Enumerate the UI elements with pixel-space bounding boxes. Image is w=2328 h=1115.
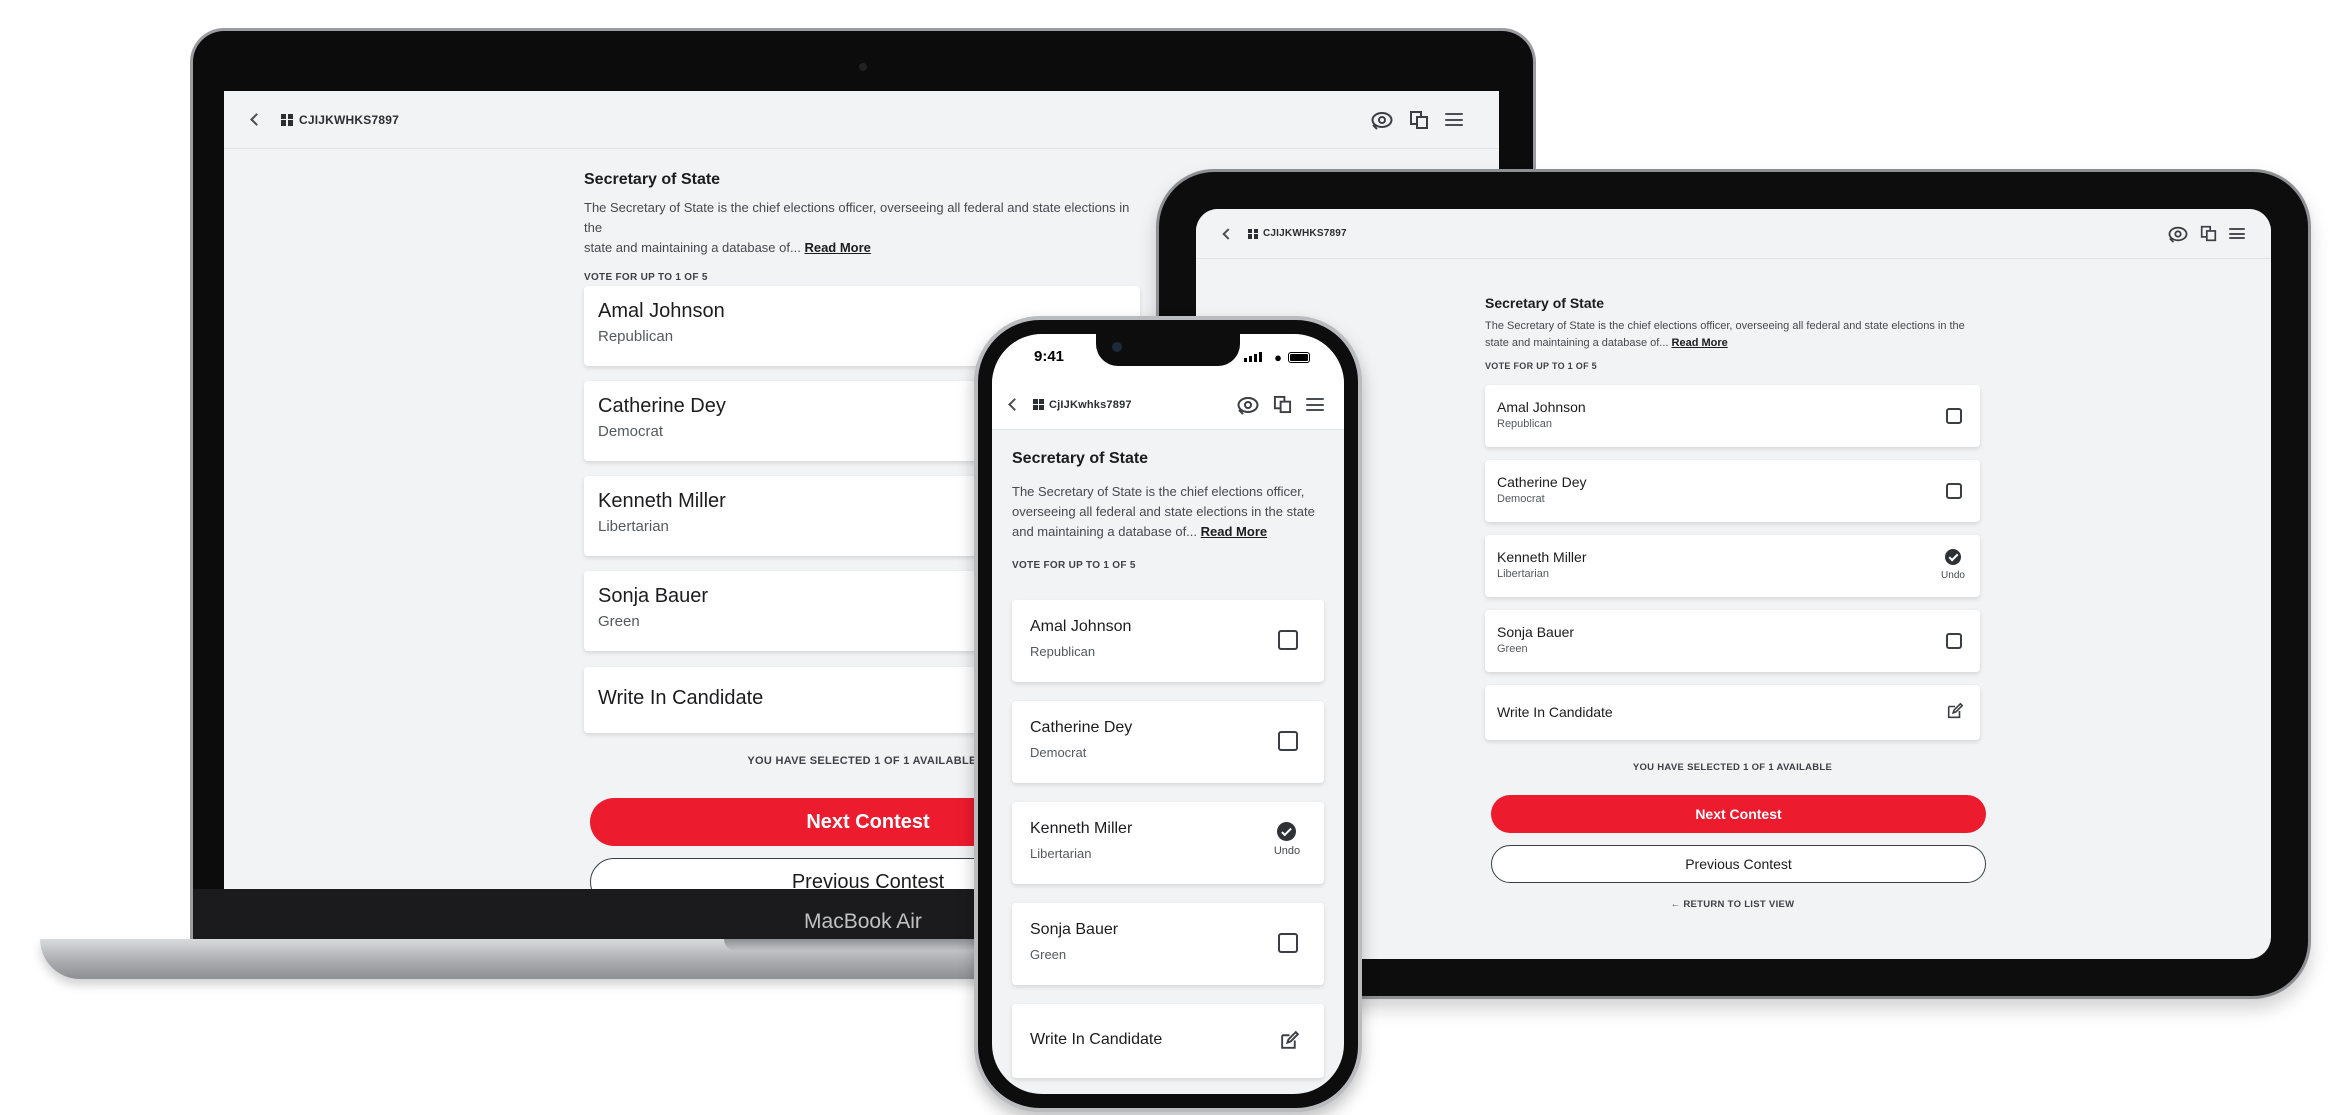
audio-icon[interactable] [1371,110,1393,130]
laptop-contest: Secretary of State The Secretary of Stat… [584,171,1146,889]
audio-icon[interactable] [2168,225,2188,243]
qr-code-icon [281,113,293,126]
menu-icon[interactable] [2229,228,2245,239]
laptop-camera [859,63,867,71]
candidate-card-kenneth-miller[interactable]: Kenneth Miller Libertarian Undo [1485,535,1980,597]
read-more-link[interactable]: Read More [1672,337,1728,349]
return-to-list-link[interactable]: ← RETURN TO LIST VIEW [1485,899,1980,910]
read-more-link[interactable]: Read More [1201,524,1267,539]
translate-icon[interactable] [1273,395,1292,414]
qr-code-icon [1248,228,1258,239]
phone-screen: 9:41 ● CjIJKwhks7897 Secretary of State … [992,334,1344,1094]
write-in-card[interactable]: Write In Candidate [1485,685,1980,740]
audio-icon[interactable] [1237,395,1259,415]
candidate-card-catherine-dey[interactable]: Catherine Dey Democrat [1012,701,1324,783]
wifi-icon: ● [1274,350,1282,365]
contest-title: Secretary of State [584,171,721,188]
write-in-card[interactable]: Write In Candidate [1012,1004,1324,1078]
tablet-contest: Secretary of State The Secretary of Stat… [1485,295,1986,910]
phone-camera [1112,342,1122,352]
translate-icon[interactable] [2200,225,2217,242]
translate-icon[interactable] [1409,110,1429,130]
undo-link[interactable]: Undo [1939,570,1967,581]
ballot-code: CjIJKwhks7897 [1049,398,1132,411]
contest-description: The Secretary of State is the chief elec… [584,200,1130,255]
candidate-card-amal-johnson[interactable]: Amal Johnson Republican [1485,385,1980,447]
back-chevron-icon[interactable] [1222,227,1234,240]
tablet-topbar: CJIJKWHKS7897 [1196,209,2271,259]
checkbox-icon[interactable] [1946,483,1962,499]
contest-description: The Secretary of State is the chief elec… [1485,320,1965,349]
candidate-card-amal-johnson[interactable]: Amal Johnson Republican [1012,600,1324,682]
menu-icon[interactable] [1445,113,1463,126]
edit-icon[interactable] [1279,1030,1300,1051]
vote-for-label: VOTE FOR UP TO 1 OF 5 [1485,361,1597,371]
candidate-card-sonja-bauer[interactable]: Sonja Bauer Green [1485,610,1980,672]
phone-topbar: CjIJKwhks7897 [992,380,1344,430]
check-circle-icon[interactable] [1277,822,1296,841]
vote-for-label: VOTE FOR UP TO 1 OF 5 [584,272,708,283]
edit-icon[interactable] [1946,702,1964,720]
menu-icon[interactable] [1306,398,1324,411]
qr-code-icon [1033,399,1044,410]
contest-title: Secretary of State [1012,450,1149,467]
status-time: 9:41 [1034,348,1065,365]
checkbox-icon[interactable] [1946,408,1962,424]
vote-for-label: VOTE FOR UP TO 1 OF 5 [1012,560,1136,571]
candidate-card-sonja-bauer[interactable]: Sonja Bauer Green [1012,903,1324,985]
arrow-left-icon: ← [1670,899,1681,910]
read-more-link[interactable]: Read More [804,240,870,255]
selected-count-note: YOU HAVE SELECTED 1 OF 1 AVAILABLE [1632,762,1833,773]
next-contest-button[interactable]: Next Contest [1491,795,1986,833]
laptop-trackpad-notch [724,939,1000,951]
phone-contest: Secretary of State The Secretary of Stat… [1012,450,1324,1078]
contest-description: The Secretary of State is the chief elec… [1012,484,1315,539]
checkbox-icon[interactable] [1278,630,1298,650]
undo-link[interactable]: Undo [1270,845,1304,857]
checkbox-icon[interactable] [1946,633,1962,649]
ballot-code: CJIJKWHKS7897 [299,112,399,127]
battery-icon [1288,352,1310,363]
back-chevron-icon[interactable] [1008,398,1021,411]
check-circle-icon[interactable] [1945,549,1961,565]
ballot-code: CJIJKWHKS7897 [1263,228,1347,239]
previous-contest-button[interactable]: Previous Contest [1491,845,1986,883]
laptop-topbar: CJIJKWHKS7897 [224,91,1499,149]
checkbox-icon[interactable] [1278,933,1298,953]
contest-title: Secretary of State [1485,295,1605,311]
checkbox-icon[interactable] [1278,731,1298,751]
signal-icon [1244,352,1262,362]
candidate-card-kenneth-miller[interactable]: Kenneth Miller Libertarian Undo [1012,802,1324,884]
candidate-card-catherine-dey[interactable]: Catherine Dey Democrat [1485,460,1980,522]
back-chevron-icon[interactable] [250,113,263,126]
